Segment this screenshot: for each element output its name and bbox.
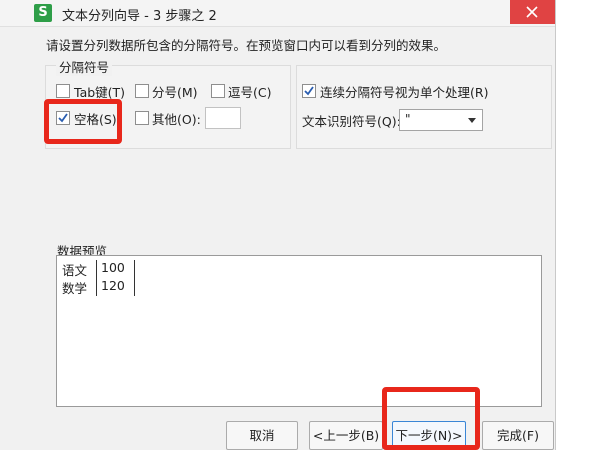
delimiters-group [45,65,291,149]
semicolon-checkbox-label[interactable]: 分号(M) [152,82,198,101]
delimiters-caption: 分隔符号 [56,57,113,76]
preview-cell: 数学 [62,281,88,296]
text-to-columns-dialog: S 文本分列向导 - 3 步骤之 2 请设置分列数据所包含的分隔符号。在预览窗口… [0,0,556,450]
other-checkbox-label[interactable]: 其他(O): [152,109,201,128]
close-icon [526,6,538,18]
semicolon-checkbox[interactable] [135,84,149,98]
preview-cell: 100 [101,260,125,275]
other-checkbox[interactable] [135,111,149,125]
column-separator[interactable] [96,260,97,296]
column-separator[interactable] [134,260,135,296]
consecutive-delimiters-checkbox[interactable] [302,84,316,98]
comma-checkbox-label[interactable]: 逗号(C) [228,82,271,101]
preview-cell: 120 [101,278,125,293]
text-qualifier-value: " [405,112,411,126]
finish-button[interactable]: 完成(F) [482,421,554,450]
tab-checkbox-label[interactable]: Tab键(T) [74,82,125,101]
options-group [296,65,552,149]
comma-checkbox[interactable] [211,84,225,98]
chevron-down-icon [468,118,476,123]
space-checkbox-label[interactable]: 空格(S) [74,109,117,128]
tab-checkbox[interactable] [56,84,70,98]
text-qualifier-label: 文本识别符号(Q): [302,114,401,129]
preview-cell: 语文 [62,263,88,278]
consecutive-delimiters-label[interactable]: 连续分隔符号视为单个处理(R) [320,82,488,101]
checkmark-icon [304,86,314,96]
other-delimiter-input[interactable] [205,107,241,129]
title-bar[interactable]: S 文本分列向导 - 3 步骤之 2 [0,0,555,27]
app-icon: S [34,4,52,22]
cancel-button[interactable]: 取消 [226,421,298,450]
checkmark-icon [58,113,68,123]
dialog-title: 文本分列向导 - 3 步骤之 2 [62,9,217,24]
background-area [556,0,600,450]
close-button[interactable] [510,0,555,24]
data-preview-box[interactable] [56,255,542,407]
back-button[interactable]: <上一步(B) [309,421,383,450]
instruction-text: 请设置分列数据所包含的分隔符号。在预览窗口内可以看到分列的效果。 [46,38,447,53]
space-checkbox[interactable] [56,111,70,125]
next-button[interactable]: 下一步(N)> [392,421,466,450]
text-qualifier-select[interactable]: " [399,109,483,131]
